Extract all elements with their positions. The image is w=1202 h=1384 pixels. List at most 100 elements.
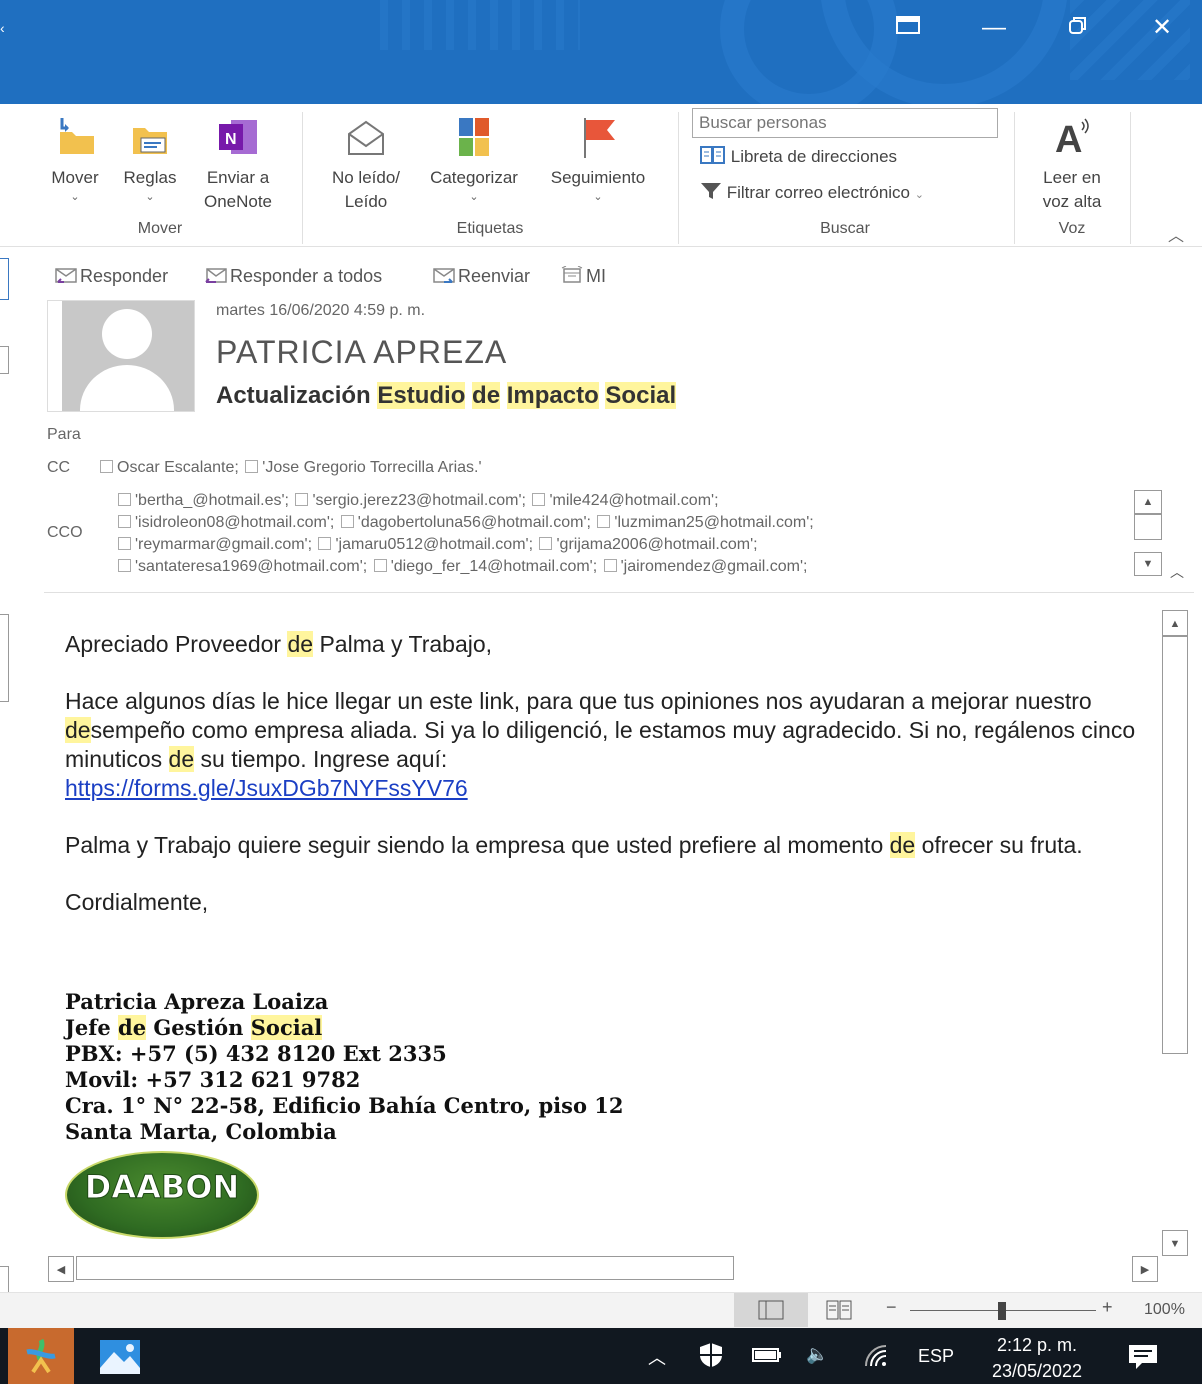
signature-address: Cra. 1° N° 22-58, Edificio Bahía Centro,… (65, 1093, 624, 1118)
restore-button[interactable] (1050, 8, 1106, 48)
checkbox-icon (118, 493, 131, 506)
start-app-button[interactable] (8, 1328, 74, 1384)
close-button[interactable]: ✕ (1134, 8, 1190, 48)
unread-read-button[interactable]: No leído/ Leído (318, 116, 414, 214)
vertical-scroll-thumb[interactable] (1162, 636, 1188, 1054)
photos-app-button[interactable] (100, 1340, 140, 1374)
greeting: Apreciado Proveedor de Palma y Trabajo, (65, 630, 1145, 659)
volume-icon[interactable]: 🔈 (806, 1344, 828, 1365)
reading-view-icon (826, 1300, 852, 1320)
envelope-open-icon (345, 116, 387, 158)
text-run: Actualización (216, 382, 378, 409)
zoom-in-button[interactable]: + (1102, 1297, 1113, 1318)
reading-view-button[interactable] (826, 1300, 852, 1325)
zoom-slider-thumb[interactable] (998, 1302, 1006, 1320)
scroll-up-button[interactable]: ▲ (1162, 610, 1188, 636)
recipient[interactable]: 'Jose Gregorio Torrecilla Arias.' (262, 459, 481, 476)
chevron-up-icon: ︿ (1168, 228, 1185, 245)
horizontal-scroll-thumb[interactable] (76, 1256, 734, 1280)
reply-button[interactable]: Responder (54, 266, 168, 287)
reply-label: Responder (80, 266, 169, 286)
collapse-ribbon-button[interactable]: ︿ (1168, 222, 1184, 246)
zoom-level[interactable]: 100% (1144, 1301, 1185, 1319)
text-run: Apreciado Proveedor (65, 631, 288, 657)
group-label-buscar: Buscar (820, 220, 870, 237)
text-run: Gestión (146, 1015, 251, 1040)
reply-all-button[interactable]: Responder a todos (204, 266, 382, 287)
cc-label: CC (47, 459, 71, 476)
ribbon: Mover ⌄ Reglas ⌄ N Enviar a OneNote Move… (0, 104, 1202, 247)
message-subject: Actualización Estudio de Impacto Social (216, 382, 677, 410)
search-people-input[interactable] (692, 108, 998, 138)
scroll-right-button[interactable]: ▶ (1132, 1256, 1158, 1282)
recipient[interactable]: 'luzmiman25@hotmail.com'; (614, 514, 813, 531)
security-tray-icon[interactable] (698, 1342, 724, 1373)
zoom-out-button[interactable]: − (886, 1297, 897, 1318)
read-aloud-button[interactable]: A Leer en voz alta (1028, 116, 1116, 214)
search-highlight: de (889, 832, 916, 858)
recipients-scroll-down[interactable]: ▼ (1134, 552, 1162, 576)
scroll-left-button[interactable]: ◀ (48, 1256, 74, 1282)
recipient[interactable]: Oscar Escalante; (117, 459, 243, 476)
reply-all-label: Responder a todos (230, 266, 383, 286)
recipient-line: 'isidroleon08@hotmail.com'; 'dagobertolu… (116, 512, 814, 534)
battery-icon[interactable] (752, 1346, 782, 1369)
move-label: Mover (51, 168, 99, 187)
search-highlight: Impacto (506, 382, 599, 409)
recipient-line: 'reymarmar@gmail.com'; 'jamaru0512@hotma… (116, 534, 814, 556)
recipient[interactable]: 'diego_fer_14@hotmail.com'; (391, 558, 602, 575)
search-highlight: de (118, 1015, 147, 1040)
address-book-button[interactable]: Libreta de direcciones (700, 146, 897, 167)
categorize-button[interactable]: Categorizar ⌄ (420, 116, 528, 204)
recipient[interactable]: 'bertha_@hotmail.es'; (135, 492, 293, 509)
recipient[interactable]: 'grijama2006@hotmail.com'; (556, 536, 757, 553)
paragraph: Hace algunos días le hice llegar un este… (65, 687, 1145, 803)
meeting-reply-button[interactable]: MI (560, 266, 606, 287)
recipient[interactable]: 'jamaru0512@hotmail.com'; (335, 536, 537, 553)
group-label-etiquetas: Etiquetas (456, 220, 524, 237)
recipient[interactable]: 'reymarmar@gmail.com'; (135, 536, 316, 553)
recipients-scroll-up[interactable]: ▲ (1134, 490, 1162, 514)
checkbox-icon (100, 460, 113, 473)
status-bar: − + 100% (0, 1292, 1202, 1329)
clock[interactable]: 2:12 p. m. 23/05/2022 (974, 1332, 1100, 1384)
minimize-button[interactable]: — (966, 8, 1022, 48)
move-button[interactable]: Mover ⌄ (42, 116, 108, 204)
follow-up-button[interactable]: Seguimiento ⌄ (538, 116, 658, 204)
show-hidden-icons-button[interactable]: ︿ (648, 1344, 666, 1370)
recipients-scroll-thumb[interactable] (1134, 514, 1162, 540)
survey-link[interactable]: https://forms.gle/JsuxDGb7NYFssYV76 (65, 775, 468, 801)
bcc-label: CCO (47, 524, 83, 541)
checkbox-icon (118, 537, 131, 550)
divider (302, 112, 303, 244)
recipient[interactable]: 'jairomendez@gmail.com'; (621, 558, 808, 575)
recipient[interactable]: 'santateresa1969@hotmail.com'; (135, 558, 372, 575)
chevron-down-icon: ⌄ (593, 191, 603, 203)
photos-icon (100, 1344, 140, 1374)
recipient[interactable]: 'isidroleon08@hotmail.com'; (135, 514, 339, 531)
notifications-icon[interactable] (1128, 1344, 1158, 1375)
title-bar: ‹ — ✕ (0, 0, 1202, 104)
send-to-onenote-button[interactable]: N Enviar a OneNote (192, 116, 284, 214)
divider (1014, 112, 1015, 244)
collapse-header-button[interactable]: ︿ (1170, 562, 1184, 582)
filter-email-button[interactable]: Filtrar correo electrónico ⌄ (700, 182, 924, 203)
group-label-voz: Voz (1058, 220, 1086, 237)
search-highlight: de (65, 717, 91, 743)
wifi-icon[interactable] (862, 1342, 888, 1373)
input-language[interactable]: ESP (918, 1346, 954, 1367)
ribbon-display-options-button[interactable] (880, 8, 936, 48)
paragraph: Palma y Trabajo quiere seguir siendo la … (65, 831, 1145, 860)
group-label-mover: Mover (137, 220, 183, 237)
scroll-down-button[interactable]: ▼ (1162, 1230, 1188, 1256)
normal-view-button[interactable] (734, 1293, 808, 1327)
recipient[interactable]: 'sergio.jerez23@hotmail.com'; (312, 492, 530, 509)
checkbox-icon (245, 460, 259, 473)
back-arrow-icon[interactable]: ‹ (0, 20, 5, 36)
forward-button[interactable]: Reenviar (432, 266, 530, 287)
rules-button[interactable]: Reglas ⌄ (118, 116, 182, 204)
text-run: Hace algunos días le hice llegar un este… (65, 688, 1092, 714)
forward-icon (433, 268, 455, 283)
recipient[interactable]: 'dagobertoluna56@hotmail.com'; (358, 514, 596, 531)
recipient[interactable]: 'mile424@hotmail.com'; (549, 492, 718, 509)
